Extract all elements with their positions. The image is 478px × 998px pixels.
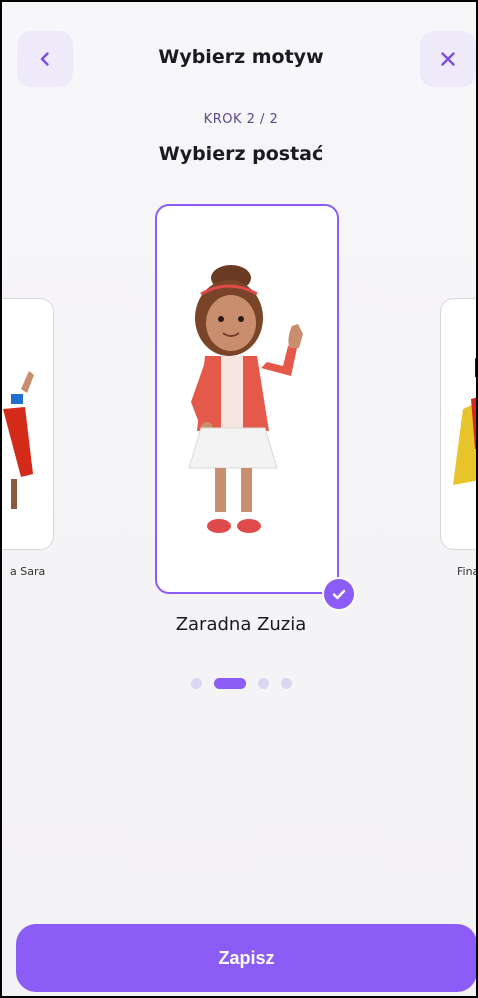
- character-illustration: [3, 371, 34, 509]
- character-card-previous[interactable]: [2, 298, 54, 550]
- app-screen: Wybierz motyw KROK 2 / 2 Wybierz postać …: [0, 0, 478, 998]
- section-title: Wybierz postać: [158, 143, 324, 165]
- pagination-dot[interactable]: [257, 678, 269, 689]
- character-card-next[interactable]: [440, 298, 476, 550]
- step-indicator: KROK 2 / 2: [203, 112, 279, 127]
- pagination-dot[interactable]: [280, 678, 292, 689]
- pagination-dot-active[interactable]: [213, 678, 246, 689]
- character-card-label: a Sara: [10, 565, 46, 578]
- close-icon: [441, 52, 455, 66]
- character-illustration: [453, 357, 476, 485]
- save-button[interactable]: Zapisz: [16, 924, 476, 992]
- character-card-label: Fina: [457, 565, 478, 578]
- close-button[interactable]: [420, 31, 476, 87]
- carousel-pagination: [2, 678, 476, 689]
- girl-character-illustration: [188, 265, 303, 533]
- page-title: Wybierz motyw: [158, 46, 324, 68]
- pagination-dot[interactable]: [190, 678, 202, 689]
- selected-character-name: Zaradna Zuzia: [175, 614, 307, 635]
- selected-check-icon: [322, 577, 356, 611]
- character-card-selected[interactable]: [155, 204, 339, 594]
